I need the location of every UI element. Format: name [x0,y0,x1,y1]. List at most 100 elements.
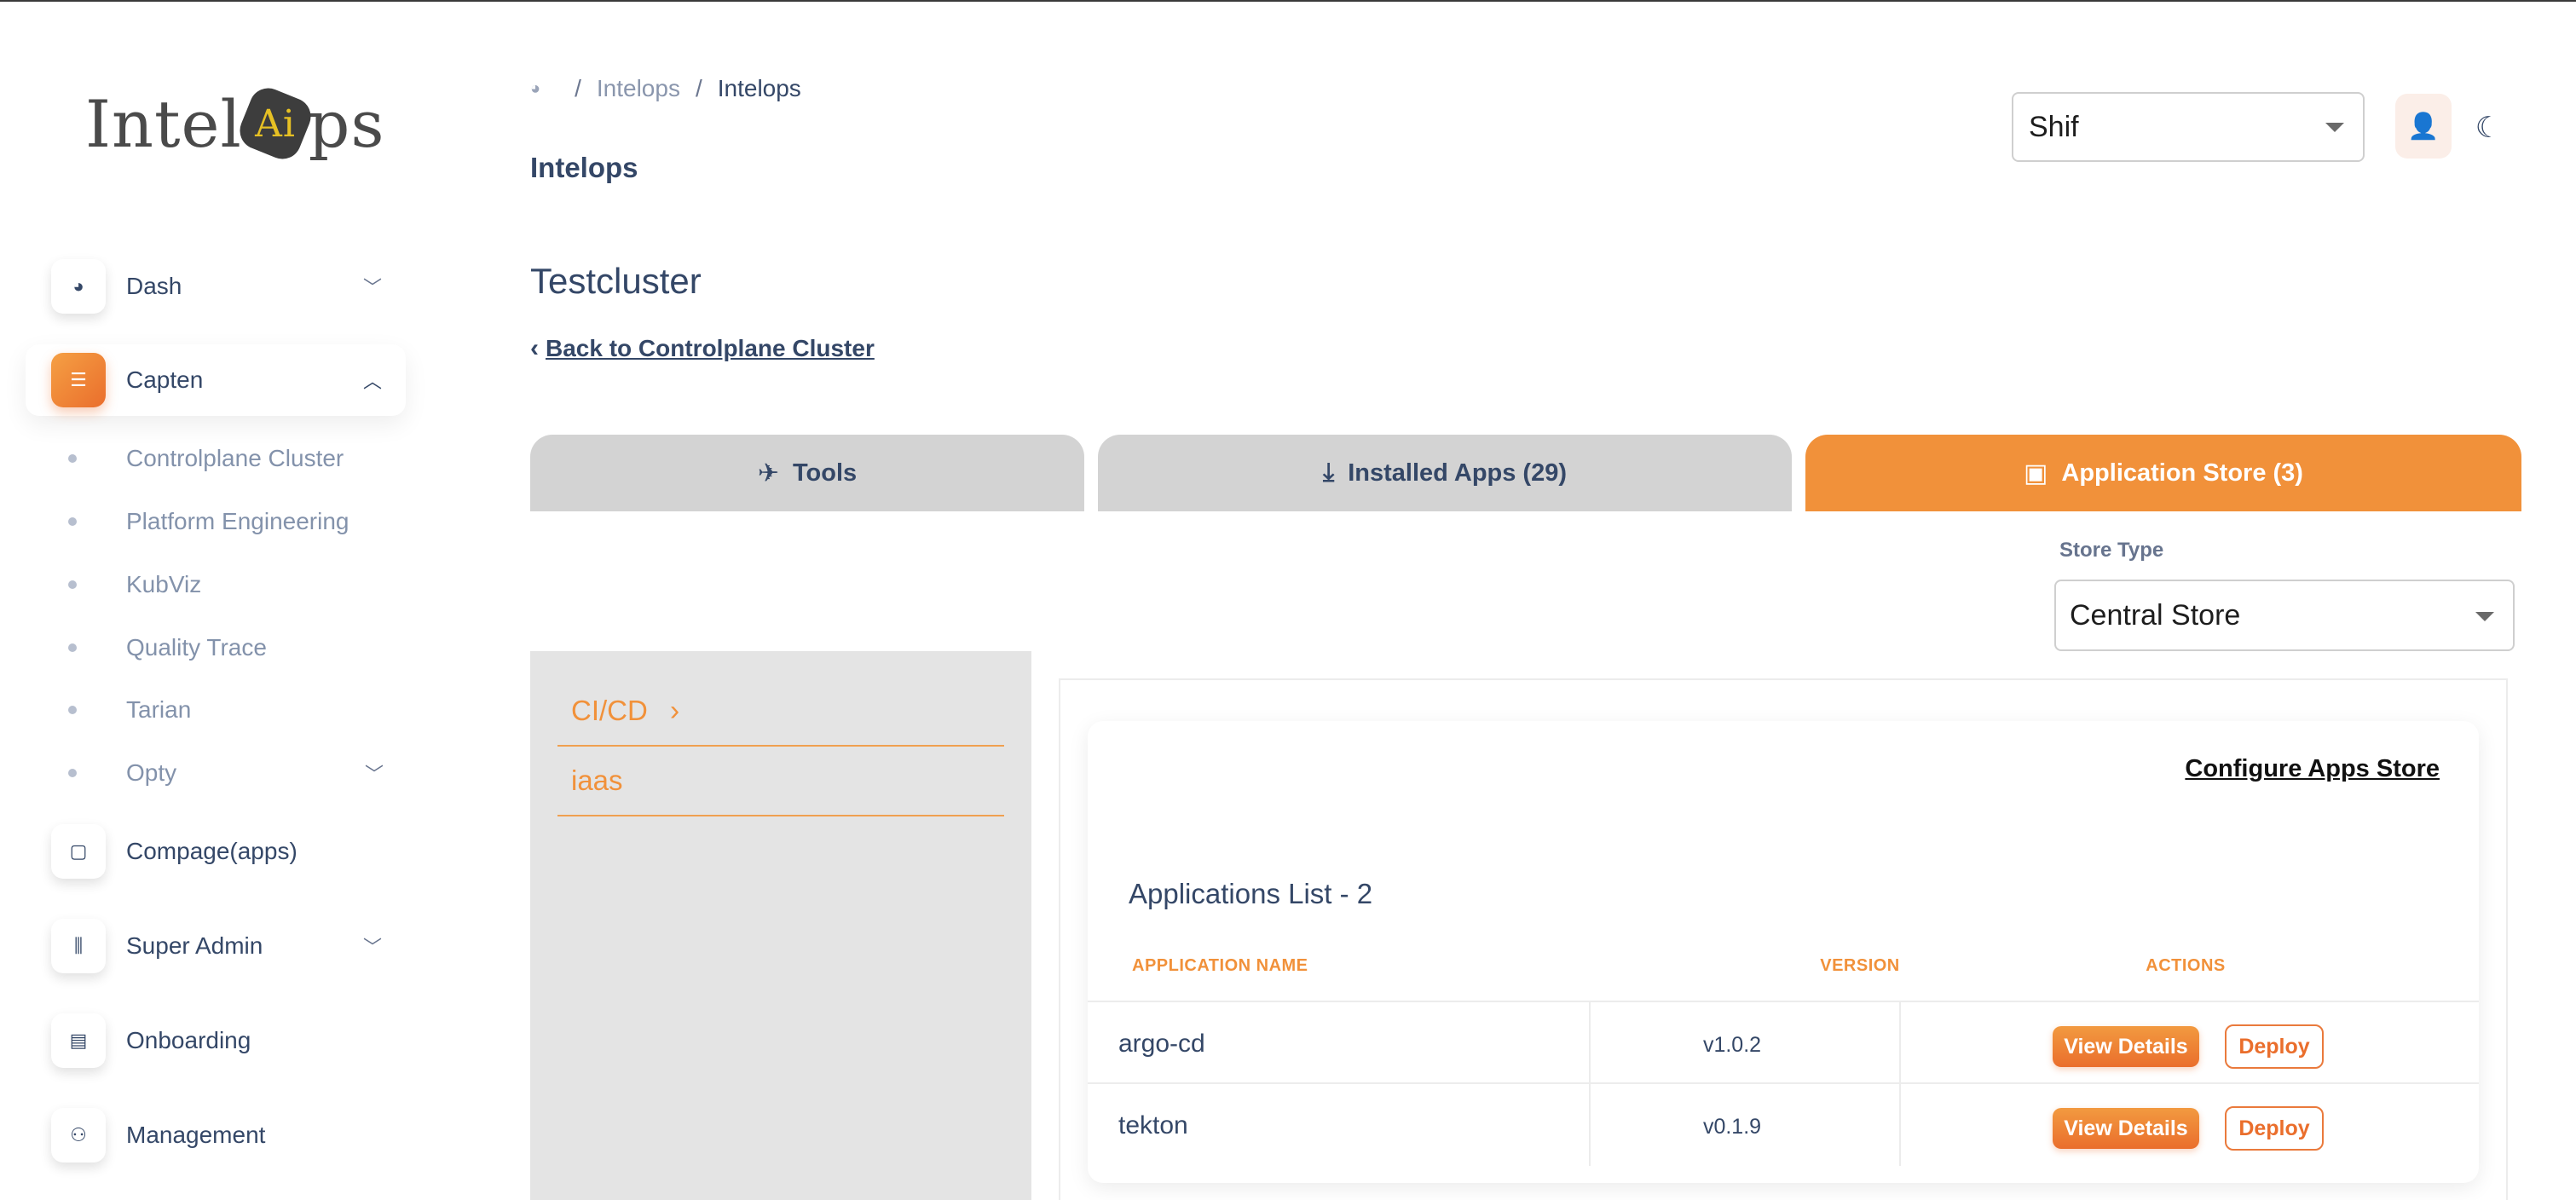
caret-down-icon [2475,612,2494,621]
category-panel: CI/CD › iaas [530,651,1031,1200]
app-name: tekton [1118,1111,1188,1139]
sidebar-subitem-label: Tarian [126,696,192,723]
sidebar-item-label: Capten [126,366,204,393]
logo-octagon-icon: Ai [234,82,316,165]
logo-text-suffix: ps [308,85,385,162]
table-row: argo-cd v1.0.2 View Details Deploy [1088,1001,2479,1084]
logo-text-prefix: Intel [85,85,242,162]
sidebar-subitem-quality-trace[interactable]: Quality Trace [68,626,267,669]
sidebar-item-management[interactable]: ⚇ Management [26,1099,406,1171]
caret-down-icon [2325,123,2344,132]
sidebar-subitem-controlplane-cluster[interactable]: Controlplane Cluster [68,437,344,480]
sidebar-item-dash[interactable]: ◕ Dash ﹀ [26,251,406,322]
dark-mode-toggle[interactable]: ☾ [2467,102,2510,153]
app-version: v0.1.9 [1702,1115,1762,1139]
sidebar-item-label: Super Admin [126,932,263,959]
rocket-icon: ✈ [757,459,779,488]
deploy-button[interactable]: Deploy [2225,1106,2324,1151]
sidebar-subitem-tarian[interactable]: Tarian [68,689,191,731]
category-label: CI/CD [571,695,648,726]
chevron-left-icon: ‹ [530,334,539,362]
tab-label: Tools [792,459,858,487]
pie-chart-icon: ◕ [51,259,106,314]
sidebar-item-label: Management [126,1122,266,1148]
breadcrumb-current: Intelops [717,75,801,101]
breadcrumb: ◕ / Intelops / Intelops [530,72,801,106]
tab-label: Installed Apps (29) [1348,459,1568,487]
back-link-label: Back to Controlplane Cluster [546,335,875,361]
moon-icon: ☾ [2475,112,2502,144]
sidebar-subitem-label: Platform Engineering [126,508,349,534]
users-icon: ⚇ [51,1108,106,1162]
bullet-icon [68,643,77,652]
bullet-icon [68,580,77,589]
category-label: iaas [571,764,623,796]
sidebar-item-super-admin[interactable]: ⫼ Super Admin ﹀ [26,910,406,982]
square-icon: ▢ [51,824,106,879]
tab-label: Application Store (3) [2061,459,2303,487]
breadcrumb-separator: / [575,75,581,101]
sidebar-subitem-label: Opty [126,759,177,786]
breadcrumb-separator: / [695,75,702,101]
column-divider [1899,1084,1901,1166]
user-icon: 👤 [2407,112,2440,141]
logo-wordmark: Intel Ai ps [85,82,385,165]
bullet-icon [68,517,77,526]
view-details-button[interactable]: View Details [2053,1108,2199,1149]
logo-text-mid: Ai [254,101,296,146]
category-item-iaas[interactable]: iaas [557,747,1004,816]
store-type-select[interactable]: Central Store [2054,580,2515,651]
server-icon: ☰ [51,353,106,407]
table-row: tekton v0.1.9 View Details Deploy [1088,1082,2479,1166]
sidebar-subitem-label: KubViz [126,571,202,597]
sidebar-item-label: Compage(apps) [126,838,297,864]
sidebar: Intel Ai ps ◕ Dash ﹀ ☰ Capten ︿ Controlp… [0,2,426,1200]
intelops-logo[interactable]: Intel Ai ps [85,77,384,170]
sidebar-subitem-label: Quality Trace [126,634,267,661]
sidebar-item-compage-apps[interactable]: ▢ Compage(apps) [26,816,406,887]
chevron-right-icon: › [669,694,680,727]
configure-apps-store-link[interactable]: Configure Apps Store [2185,755,2440,783]
category-item-cicd[interactable]: CI/CD › [557,677,1004,747]
store-type-label: Store Type [2059,539,2164,562]
chevron-up-icon: ︿ [362,371,382,392]
view-details-button[interactable]: View Details [2053,1026,2199,1067]
sidebar-item-label: Dash [126,273,182,299]
sidebar-subitem-opty[interactable]: Opty ﹀ [68,752,392,794]
app-name: argo-cd [1118,1030,1205,1058]
store-type-value: Central Store [2070,598,2241,632]
user-select-value: Shif [2029,110,2079,143]
bullet-icon [68,769,77,777]
tab-installed-apps[interactable]: ⤓ Installed Apps (29) [1098,435,1792,511]
download-icon: ⤓ [1322,459,1335,487]
user-profile-button[interactable]: 👤 [2395,94,2452,159]
clipboard-icon: ▤ [51,1013,106,1068]
toolbox-icon: ▣ [2024,459,2048,488]
sidebar-item-capten[interactable]: ☰ Capten ︿ [26,344,406,416]
cluster-title: Testcluster [530,261,702,301]
deploy-button[interactable]: Deploy [2225,1024,2324,1069]
bullet-icon [68,706,77,714]
user-select[interactable]: Shif [2012,92,2365,162]
applications-card: Configure Apps Store Applications List -… [1088,721,2479,1183]
applications-list-title: Applications List - 2 [1129,878,1373,909]
breadcrumb-item[interactable]: Intelops [597,75,680,102]
chevron-down-icon: ﹀ [362,937,382,958]
tab-application-store[interactable]: ▣ Application Store (3) [1805,435,2521,511]
column-divider [1899,1002,1901,1084]
app-version: v1.0.2 [1702,1033,1762,1057]
sidebar-item-onboarding[interactable]: ▤ Onboarding [26,1005,406,1076]
page-title: Intelops [530,152,638,183]
column-header-version: VERSION [1820,956,1900,975]
tab-tools[interactable]: ✈ Tools [530,435,1084,511]
sidebar-subitem-kubviz[interactable]: KubViz [68,563,201,606]
sidebar-subitem-label: Controlplane Cluster [126,445,344,471]
sidebar-item-label: Onboarding [126,1027,251,1053]
chevron-down-icon: ﹀ [365,764,384,785]
sliders-icon: ⫼ [51,919,106,973]
bullet-icon [68,454,77,463]
home-icon[interactable]: ◕ [530,79,540,99]
back-to-controlplane-link[interactable]: ‹ Back to Controlplane Cluster [530,334,875,363]
column-header-actions: ACTIONS [2146,956,2226,975]
sidebar-subitem-platform-engineering[interactable]: Platform Engineering [68,500,349,543]
